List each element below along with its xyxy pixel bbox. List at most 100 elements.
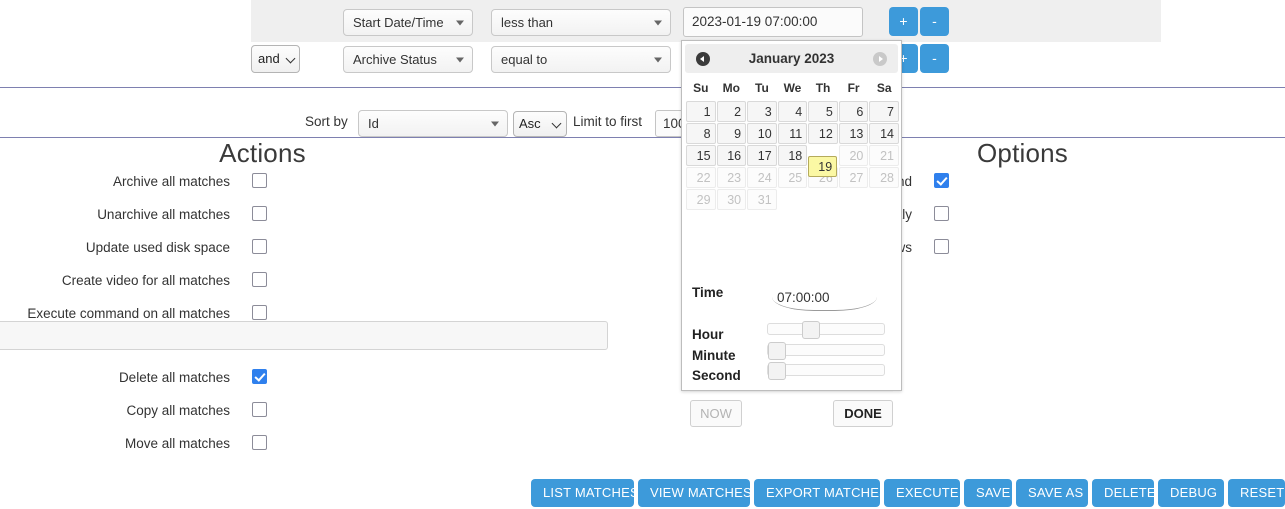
delete-button[interactable]: DELETE bbox=[1092, 479, 1156, 507]
minute-slider-handle[interactable] bbox=[768, 342, 786, 360]
sort-field-value: Id bbox=[368, 116, 379, 131]
minute-slider[interactable] bbox=[767, 342, 885, 360]
calendar-week-row: 1 2 3 4 5 6 7 bbox=[686, 101, 899, 122]
execute-button[interactable]: EXECUTE bbox=[884, 479, 960, 507]
datepicker-month-title: January 2023 bbox=[748, 51, 835, 66]
time-input[interactable]: 07:00:00 bbox=[772, 287, 877, 311]
calendar-week-row: 8 9 10 11 12 13 14 bbox=[686, 123, 899, 144]
calendar-day-cell[interactable]: 9 bbox=[716, 123, 747, 144]
calendar-day-cell: 21 bbox=[869, 145, 899, 166]
calendar-day-cell[interactable]: 11 bbox=[777, 123, 808, 144]
debug-button[interactable]: DEBUG bbox=[1158, 479, 1224, 507]
weekday-label: Su bbox=[693, 81, 709, 95]
hour-slider-handle[interactable] bbox=[801, 321, 820, 339]
export-matches-button[interactable]: EXPORT MATCHES bbox=[754, 479, 888, 507]
calendar-day-cell[interactable]: 8 bbox=[686, 123, 716, 144]
filter-field-value-2: Archive Status bbox=[353, 52, 437, 67]
weekday-label: Th bbox=[815, 81, 831, 95]
filter-field-select-2[interactable]: Archive Status bbox=[343, 46, 473, 73]
calendar-day-cell[interactable]: 2 bbox=[716, 101, 747, 122]
list-matches-button[interactable]: LIST MATCHES bbox=[531, 479, 639, 507]
remove-filter-button-1[interactable]: - bbox=[920, 7, 949, 36]
hour-slider-label: Hour bbox=[692, 327, 724, 342]
option-checkbox-run-in-background[interactable] bbox=[934, 173, 949, 188]
sort-by-label: Sort by bbox=[305, 114, 348, 129]
weekday-label: Mo bbox=[722, 81, 740, 95]
calendar-day-cell: 28 bbox=[869, 167, 899, 188]
chevron-down-icon bbox=[456, 57, 464, 62]
calendar-day-cell[interactable]: 10 bbox=[747, 123, 777, 144]
calendar-day-cell[interactable]: 3 bbox=[747, 101, 777, 122]
divider-top bbox=[0, 87, 1285, 88]
action-checkbox-delete-all[interactable] bbox=[252, 369, 267, 384]
action-checkbox-unarchive-all[interactable] bbox=[252, 206, 267, 221]
action-checkbox-archive-all[interactable] bbox=[252, 173, 267, 188]
second-slider[interactable] bbox=[767, 362, 885, 380]
calendar-day-cell[interactable]: 13 bbox=[838, 123, 869, 144]
filter-operator-value-1: less than bbox=[501, 15, 554, 30]
sort-direction-value: Asc bbox=[519, 116, 541, 131]
chevron-down-icon bbox=[491, 121, 499, 126]
calendar-day-cell-selected[interactable]: 19 bbox=[808, 155, 838, 177]
filter-operator-select-1[interactable]: less than bbox=[491, 9, 671, 36]
bottom-button-bar: LIST MATCHES VIEW MATCHES EXPORT MATCHES… bbox=[0, 479, 1285, 509]
calendar-day-cell[interactable]: 12 bbox=[808, 123, 838, 144]
chevron-down-icon bbox=[654, 20, 662, 25]
execute-command-input[interactable] bbox=[0, 321, 608, 350]
save-button[interactable]: SAVE bbox=[964, 479, 1012, 507]
time-label: Time bbox=[692, 285, 724, 300]
chevron-right-icon[interactable] bbox=[873, 52, 887, 66]
calendar-day-cell[interactable]: 14 bbox=[869, 123, 899, 144]
chevron-down-icon bbox=[456, 20, 464, 25]
calendar-day-cell[interactable]: 15 bbox=[686, 145, 716, 166]
filter-operator-select-2[interactable]: equal to bbox=[491, 46, 671, 73]
second-slider-handle[interactable] bbox=[768, 362, 786, 380]
weekday-label: We bbox=[783, 81, 802, 95]
sort-field-select[interactable]: Id bbox=[358, 110, 508, 137]
datepicker-footer-divider bbox=[690, 391, 893, 392]
remove-filter-button-2[interactable]: - bbox=[920, 44, 949, 73]
action-checkbox-create-video[interactable] bbox=[252, 272, 267, 287]
action-checkbox-move-all[interactable] bbox=[252, 435, 267, 450]
app-root: Start Date/Time less than 2023-01-19 07:… bbox=[0, 0, 1285, 509]
option-checkbox-delete-permanently[interactable] bbox=[934, 206, 949, 221]
action-label: Update used disk space bbox=[85, 240, 230, 255]
minute-slider-label: Minute bbox=[692, 348, 736, 363]
second-slider-label: Second bbox=[692, 368, 741, 383]
now-button[interactable]: NOW bbox=[690, 400, 742, 427]
calendar-day-cell: 22 bbox=[686, 167, 716, 188]
datetime-picker-popup[interactable]: January 2023 Su Mo Tu We Th Fr Sa 1 2 3 … bbox=[681, 40, 902, 427]
action-checkbox-execute-command[interactable] bbox=[252, 305, 267, 320]
sort-row: Sort by Limit to first bbox=[0, 108, 1285, 138]
hour-slider[interactable] bbox=[767, 321, 885, 339]
action-label: Delete all matches bbox=[118, 370, 230, 385]
calendar-day-cell[interactable]: 5 bbox=[808, 101, 838, 122]
calendar-day-cell-empty bbox=[839, 189, 869, 210]
calendar-day-cell[interactable]: 1 bbox=[686, 101, 716, 122]
calendar-day-cell[interactable]: 18 bbox=[777, 145, 808, 166]
option-checkbox-delete-rows[interactable] bbox=[934, 239, 949, 254]
filter-conjunction-select-2[interactable]: and bbox=[251, 45, 300, 73]
done-button[interactable]: DONE bbox=[833, 400, 893, 427]
weekday-label: Fr bbox=[847, 81, 860, 95]
add-filter-button-1[interactable]: + bbox=[889, 7, 918, 36]
save-as-button[interactable]: SAVE AS bbox=[1016, 479, 1088, 507]
filter-value-input-1[interactable]: 2023-01-19 07:00:00 bbox=[683, 7, 863, 37]
calendar-day-cell[interactable]: 6 bbox=[838, 101, 869, 122]
calendar-day-cell-empty bbox=[778, 189, 808, 210]
reset-button[interactable]: RESET bbox=[1228, 479, 1285, 507]
calendar-day-cell[interactable]: 17 bbox=[747, 145, 777, 166]
calendar-day-cell[interactable]: 16 bbox=[716, 145, 747, 166]
filter-field-select-1[interactable]: Start Date/Time bbox=[343, 9, 473, 36]
calendar-day-cell: 25 bbox=[777, 167, 808, 188]
action-checkbox-copy-all[interactable] bbox=[252, 402, 267, 417]
filter-operator-value-2: equal to bbox=[501, 52, 548, 67]
calendar-week-row: 29 30 31 bbox=[686, 189, 899, 210]
action-checkbox-update-disk-space[interactable] bbox=[252, 239, 267, 254]
calendar-day-cell[interactable]: 7 bbox=[869, 101, 899, 122]
view-matches-button[interactable]: VIEW MATCHES bbox=[638, 479, 752, 507]
action-label: Move all matches bbox=[124, 436, 230, 451]
calendar-day-cell-empty bbox=[808, 189, 838, 210]
sort-direction-select[interactable]: Asc bbox=[513, 111, 567, 137]
calendar-day-cell[interactable]: 4 bbox=[777, 101, 808, 122]
